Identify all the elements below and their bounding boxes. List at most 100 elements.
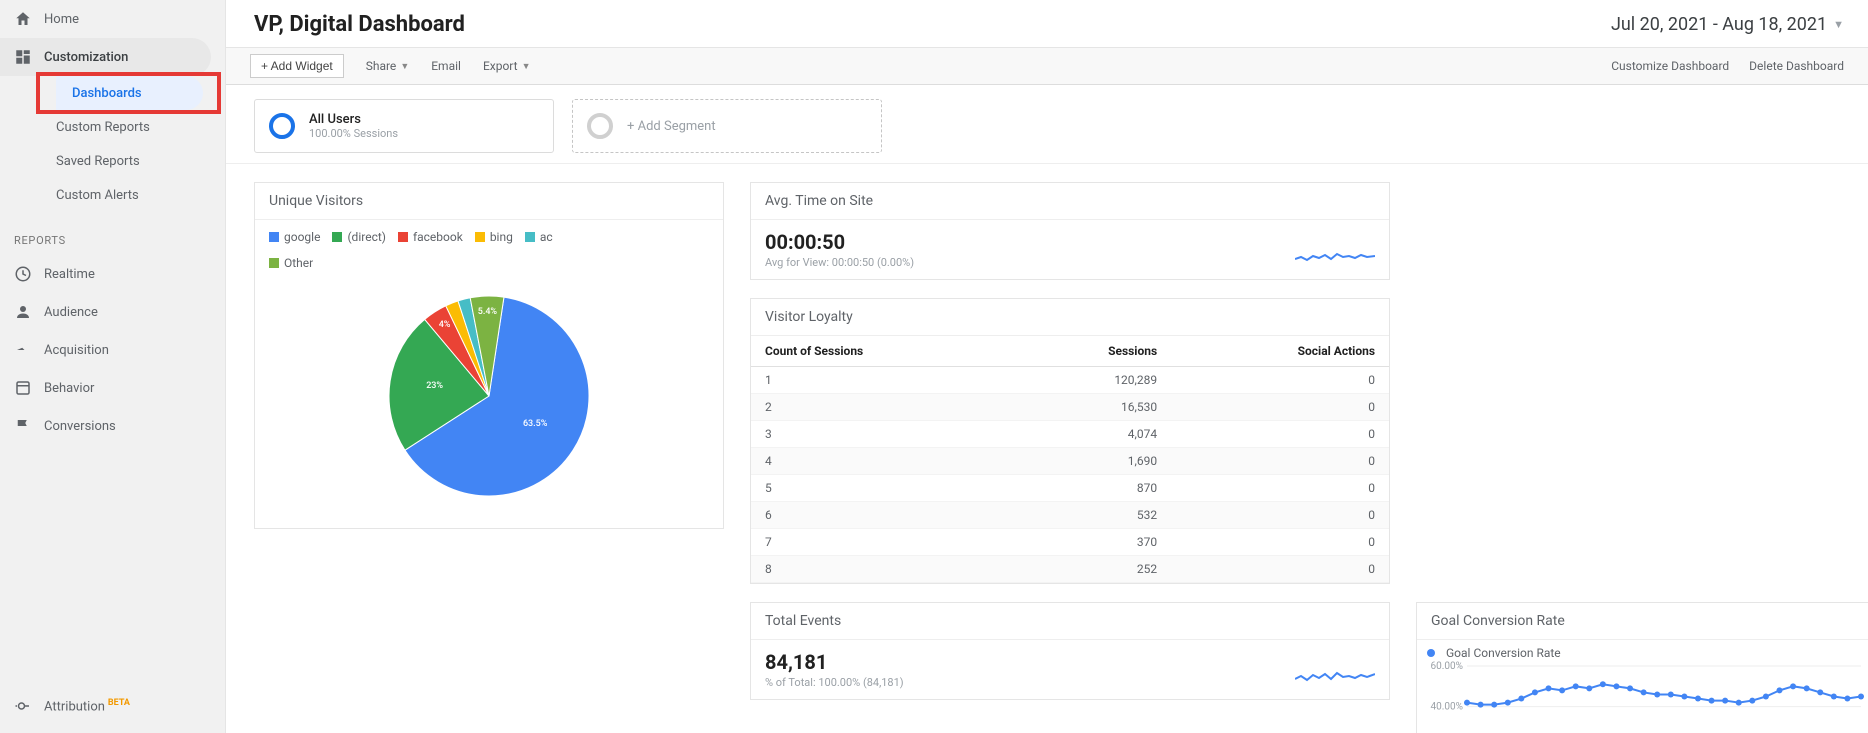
attribution-icon [12,697,34,715]
behavior-icon [12,379,34,397]
nav-label: Acquisition [44,343,109,358]
legend-item: facebook [398,230,463,244]
delete-dashboard-link[interactable]: Delete Dashboard [1749,59,1844,73]
svg-text:4%: 4% [439,320,451,330]
widget-title: Goal Conversion Rate [1417,603,1868,640]
nav-audience[interactable]: Audience [0,293,225,331]
subnav-custom-reports[interactable]: Custom Reports [40,110,225,144]
svg-text:5.4%: 5.4% [478,307,498,317]
subnav-label: Custom Alerts [56,188,139,203]
email-label: Email [431,59,461,73]
nav-home[interactable]: Home [0,0,225,38]
widget-title: Avg. Time on Site [751,183,1389,220]
table-row: 216,5300 [751,394,1389,421]
title-bar: VP, Digital Dashboard Jul 20, 2021 - Aug… [226,0,1868,48]
widget-goal-conversion[interactable]: Goal Conversion Rate Goal Conversion Rat… [1416,602,1868,733]
caret-down-icon: ▼ [1833,18,1844,31]
widget-unique-visitors[interactable]: Unique Visitors google (direct) facebook… [254,182,724,529]
segment-all-users[interactable]: All Users 100.00% Sessions [254,99,554,153]
legend-item: bing [475,230,513,244]
nav-label: Conversions [44,419,116,434]
caret-down-icon: ▼ [400,61,409,72]
table-row: 41,6900 [751,448,1389,475]
flag-icon [12,417,34,435]
main: VP, Digital Dashboard Jul 20, 2021 - Aug… [226,0,1868,733]
add-widget-button[interactable]: + Add Widget [250,54,344,78]
nav-behavior[interactable]: Behavior [0,369,225,407]
share-label: Share [366,59,397,73]
segment-circle-icon [269,113,295,139]
share-menu[interactable]: Share ▼ [366,59,410,73]
nav-acquisition[interactable]: Acquisition [0,331,225,369]
customization-subnav: Dashboards Custom Reports Saved Reports … [0,76,225,212]
legend-item: (direct) [332,230,386,244]
nav-label: Home [44,12,79,27]
nav-label: Realtime [44,267,95,282]
widget-avg-time[interactable]: Avg. Time on Site 00:00:50 Avg for View:… [750,182,1390,280]
svg-text:23%: 23% [426,381,443,391]
svg-text:40.00%: 40.00% [1431,702,1463,713]
metric-subtext: % of Total: 100.00% (84,181) [765,676,1375,689]
nav-label: Audience [44,305,98,320]
table-row: 65320 [751,502,1389,529]
nav-realtime[interactable]: Realtime [0,255,225,293]
beta-badge: BETA [108,698,130,708]
home-icon [12,10,34,28]
table-row: 58700 [751,475,1389,502]
nav-label: AttributionBETA [44,698,130,714]
sidebar: Home Customization Dashboards Custom Rep… [0,0,226,733]
sparkline [1295,665,1375,689]
dashboard-grid: Unique Visitors google (direct) facebook… [226,164,1868,733]
legend-item: ac [525,230,553,244]
metric-value: 00:00:50 [765,230,1375,254]
person-icon [12,303,34,321]
nav-label: Behavior [44,381,94,396]
nav-customization[interactable]: Customization [0,38,211,76]
col-header: Count of Sessions [751,336,1012,367]
email-button[interactable]: Email [431,59,461,73]
export-label: Export [483,59,518,73]
legend-item: Goal Conversion Rate [1427,646,1868,660]
widget-visitor-loyalty[interactable]: Visitor Loyalty Count of Sessions Sessio… [750,298,1390,584]
segment-subtitle: 100.00% Sessions [309,127,398,140]
subnav-label: Dashboards [72,86,142,101]
svg-text:60.00%: 60.00% [1431,661,1463,672]
subnav-label: Custom Reports [56,120,150,135]
dashboards-highlight: Dashboards [36,72,221,114]
widget-title: Unique Visitors [255,183,723,220]
col-header: Social Actions [1171,336,1389,367]
export-menu[interactable]: Export ▼ [483,59,531,73]
page-title: VP, Digital Dashboard [254,12,465,37]
sparkline [1295,245,1375,269]
table-row: 1120,2890 [751,367,1389,394]
caret-down-icon: ▼ [522,61,531,72]
segment-title: All Users [309,112,398,127]
subnav-dashboards[interactable]: Dashboards [56,76,203,110]
nav-conversions[interactable]: Conversions [0,407,225,445]
metric-subtext: Avg for View: 00:00:50 (0.00%) [765,256,1375,269]
svg-text:63.5%: 63.5% [523,419,548,429]
segment-placeholder-icon [587,113,613,139]
toolbar: + Add Widget Share ▼ Email Export ▼ Cust… [226,48,1868,85]
loyalty-table: Count of Sessions Sessions Social Action… [751,336,1389,583]
date-range-picker[interactable]: Jul 20, 2021 - Aug 18, 2021 ▼ [1611,14,1844,35]
widget-total-events[interactable]: Total Events 84,181 % of Total: 100.00% … [750,602,1390,700]
subnav-saved-reports[interactable]: Saved Reports [40,144,225,178]
table-row: 73700 [751,529,1389,556]
pie-chart: 63.5% 23% 4% 5.4% [255,274,723,528]
dashboard-icon [12,48,34,66]
widget-title: Visitor Loyalty [751,299,1389,336]
nav-label: Customization [44,50,128,65]
col-header: Sessions [1012,336,1171,367]
add-segment-button[interactable]: + Add Segment [572,99,882,153]
customize-dashboard-link[interactable]: Customize Dashboard [1611,59,1729,73]
pie-legend: google (direct) facebook bing ac Other [255,220,723,274]
add-segment-label: + Add Segment [627,119,716,134]
clock-icon [12,265,34,283]
date-range-text: Jul 20, 2021 - Aug 18, 2021 [1611,14,1827,35]
table-row: 34,0740 [751,421,1389,448]
nav-attribution[interactable]: AttributionBETA [0,687,225,725]
line-chart: 20.00%40.00%60.00%Jul 26Aug 2Aug 9Aug 16 [1427,660,1867,733]
legend-item: Other [269,256,709,270]
subnav-custom-alerts[interactable]: Custom Alerts [40,178,225,212]
